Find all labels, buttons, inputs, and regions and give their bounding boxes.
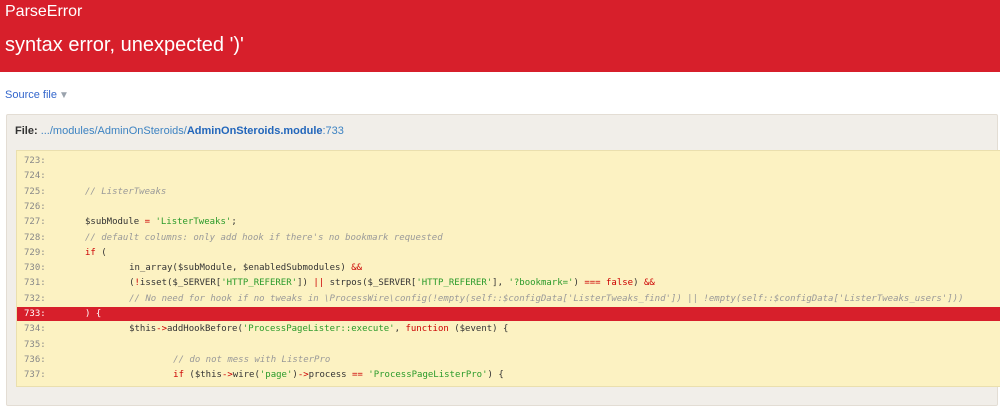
file-info: File: .../modules/AdminOnSteroids/AdminO… bbox=[15, 125, 344, 137]
line-source: $subModule = 'ListerTweaks'; bbox=[85, 217, 237, 228]
line-source: in_array($subModule, $enabledSubmodules)… bbox=[107, 263, 363, 274]
line-source: $this->addHookBefore('ProcessPageLister:… bbox=[129, 324, 509, 335]
line-source: // default columns: only add hook if the… bbox=[85, 232, 443, 243]
code-block: 723: 724: 725: // ListerTweaks 726: 727: $subM… bbox=[16, 150, 1000, 387]
code-line: 724: bbox=[17, 169, 1000, 183]
error-type: ParseError bbox=[5, 3, 83, 20]
line-number: 733: bbox=[24, 309, 46, 319]
line-number: 737: bbox=[24, 370, 46, 381]
code-line: 725: // ListerTweaks bbox=[17, 185, 1000, 199]
line-number: 723: bbox=[24, 156, 46, 166]
line-source: // No need for hook if no tweaks in \Pro… bbox=[129, 293, 964, 304]
line-number: 725: bbox=[24, 186, 46, 197]
line-number: 736: bbox=[24, 354, 46, 365]
triangle-down-icon[interactable]: ▼ bbox=[59, 90, 69, 101]
code-line: 736: // do not mess with ListerPro bbox=[17, 353, 1000, 367]
file-path: .../modules/AdminOnSteroids/ bbox=[40, 125, 187, 137]
code-line: 726: bbox=[17, 200, 1000, 214]
file-module-name: AdminOnSteroids.module bbox=[186, 125, 323, 137]
line-source: ) { bbox=[85, 309, 102, 319]
code-line: 735: bbox=[17, 338, 1000, 352]
code-line: 723: bbox=[17, 154, 1000, 168]
code-line: 734: $this->addHookBefore('ProcessPageLi… bbox=[17, 322, 1000, 336]
code-line: 729: if ( bbox=[17, 246, 1000, 260]
line-source: // do not mess with ListerPro bbox=[173, 354, 331, 365]
code-line: 727: $subModule = 'ListerTweaks'; bbox=[17, 215, 1000, 229]
line-number: 729: bbox=[24, 247, 46, 258]
line-number: 735: bbox=[24, 339, 46, 350]
line-source: // ListerTweaks bbox=[85, 186, 167, 197]
code-line: 732: // No need for hook if no tweaks in… bbox=[17, 292, 1000, 306]
code-line: 728: // default columns: only add hook if… bbox=[17, 231, 1000, 245]
source-file-label[interactable]: Source file bbox=[5, 89, 57, 101]
line-source: if ($this->wire('page')->process == 'Pro… bbox=[173, 370, 504, 381]
line-number: 728: bbox=[24, 232, 46, 243]
error-header: ParseError syntax error, unexpected ')' bbox=[0, 0, 1000, 72]
line-number: 732: bbox=[24, 293, 46, 304]
file-line-number: :733 bbox=[322, 125, 344, 137]
source-panel: File: .../modules/AdminOnSteroids/AdminO… bbox=[6, 114, 1000, 406]
line-number: 730: bbox=[24, 263, 46, 274]
code-line: 737: if ($this->wire('page')->process ==… bbox=[17, 368, 1000, 382]
line-number: 734: bbox=[24, 324, 46, 335]
line-number: 724: bbox=[24, 171, 46, 182]
line-source: if ( bbox=[85, 247, 107, 258]
line-number: 726: bbox=[24, 201, 46, 212]
line-number: 727: bbox=[24, 217, 46, 228]
line-number: 731: bbox=[24, 278, 46, 289]
code-line-error: 733: ) { bbox=[17, 307, 1000, 321]
source-file-toggle[interactable]: Source file ▼ bbox=[5, 89, 69, 101]
code-line: 730: in_array($subModule, $enabledSubmod… bbox=[17, 261, 1000, 275]
line-source: (!isset($_SERVER['HTTP_REFERER']) || str… bbox=[107, 278, 655, 289]
file-label: File: bbox=[15, 125, 38, 137]
error-message: syntax error, unexpected ')' bbox=[5, 34, 244, 56]
code-line: 731: (!isset($_SERVER['HTTP_REFERER']) |… bbox=[17, 276, 1000, 290]
